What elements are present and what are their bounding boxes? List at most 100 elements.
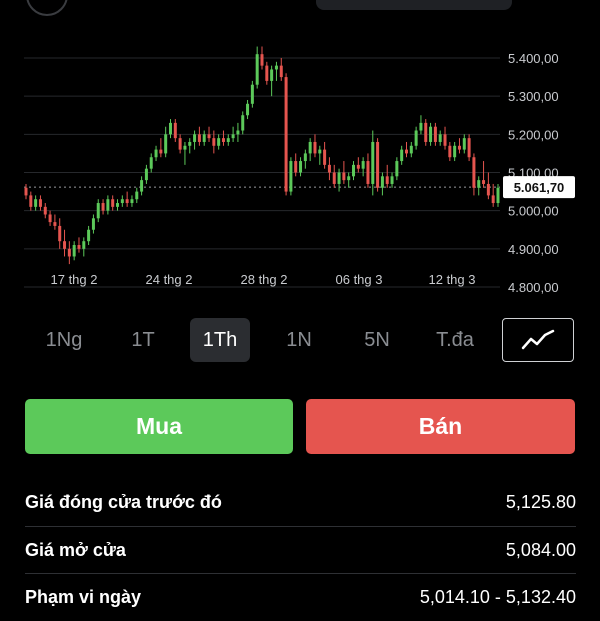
candle (91, 214, 95, 234)
candle (116, 199, 120, 211)
stat-value: 5,084.00 (505, 539, 576, 560)
candle (154, 145, 158, 162)
candle (361, 157, 365, 177)
candle (318, 145, 322, 165)
candle (106, 195, 110, 215)
candle-body (193, 134, 197, 142)
candle (250, 80, 254, 108)
stat-row-open: Giá mở cửa 5,084.00 (25, 526, 576, 574)
candle (96, 199, 100, 223)
candle (173, 119, 177, 142)
candle-body (63, 241, 67, 249)
candle-body (453, 145, 457, 158)
tab-1-week[interactable]: 1T (115, 318, 171, 362)
stat-value: 5,125.80 (505, 491, 576, 512)
candle (197, 126, 201, 146)
candle (43, 203, 47, 219)
candle (38, 195, 42, 211)
candle-body (491, 195, 495, 204)
candle (207, 126, 211, 142)
candle (149, 153, 153, 173)
candle-body (43, 206, 47, 215)
candle-body (448, 145, 452, 158)
chart-type-button[interactable] (502, 318, 574, 362)
candle (226, 134, 230, 146)
candle (443, 126, 447, 150)
tab-1-month[interactable]: 1Th (190, 318, 250, 362)
candle-body (197, 134, 201, 142)
candle-body (144, 168, 148, 181)
candle-body (135, 191, 139, 200)
candle-body (24, 187, 28, 196)
candle-body (289, 161, 293, 192)
stat-label: Phạm vi ngày (25, 586, 142, 607)
candle-body (400, 149, 404, 162)
candle-body (236, 130, 240, 135)
candle (414, 126, 418, 150)
sell-button[interactable]: Bán (306, 399, 575, 454)
candle-body (352, 164, 356, 177)
candle-body (467, 138, 471, 158)
candle-body (53, 222, 57, 226)
candle-body (29, 195, 33, 207)
candle-body (332, 172, 336, 184)
candle (347, 172, 351, 188)
candle (140, 176, 144, 196)
candle-body (472, 157, 476, 188)
candle (279, 58, 283, 81)
candle-body (390, 176, 394, 184)
candle (24, 183, 28, 200)
candle-body (221, 138, 225, 142)
price-chart[interactable]: 5.400,005.300,005.200,005.100,005.000,00… (0, 0, 600, 300)
x-tick-label: 06 thg 3 (336, 272, 383, 287)
candle (236, 122, 240, 142)
tab-max[interactable]: T.đa (423, 318, 487, 362)
candle (270, 65, 274, 97)
candle-body (299, 161, 303, 173)
candle (67, 241, 71, 265)
candle-body (274, 65, 278, 70)
candle (477, 176, 481, 196)
candle (130, 195, 134, 207)
buy-button[interactable]: Mua (25, 399, 293, 454)
candle (159, 138, 163, 158)
candle-body (496, 187, 500, 204)
candle (327, 157, 331, 181)
x-tick-label: 24 thg 2 (146, 272, 193, 287)
candle-body (125, 199, 129, 204)
candle (342, 161, 346, 184)
candle-body (342, 172, 346, 181)
candle-body (116, 203, 120, 207)
candle-body (58, 225, 62, 242)
candle-body (419, 122, 423, 131)
candle (308, 138, 312, 162)
candle-body (270, 69, 274, 81)
tab-1-day[interactable]: 1Ng (34, 318, 94, 362)
candle-body (96, 203, 100, 219)
candle-body (130, 199, 134, 204)
candle-body (38, 199, 42, 207)
candle-body (34, 199, 38, 207)
candle-body (183, 145, 187, 150)
candle-body (159, 149, 163, 154)
tab-5-years[interactable]: 5N (348, 318, 406, 362)
x-tick-label: 28 thg 2 (241, 272, 288, 287)
candle-body (313, 141, 317, 154)
candle (448, 141, 452, 162)
tab-1-year[interactable]: 1N (272, 318, 326, 362)
candle-body (486, 183, 490, 196)
candle (400, 145, 404, 165)
candle (467, 134, 471, 162)
candle-body (327, 164, 331, 173)
candle-body (294, 161, 298, 173)
candle-body (217, 138, 221, 146)
candle-body (438, 134, 442, 142)
candle (72, 241, 76, 261)
y-tick-label: 5.300,00 (508, 89, 559, 104)
candle (77, 237, 81, 253)
candle (424, 119, 428, 146)
candle (241, 111, 245, 135)
candle (453, 141, 457, 162)
candle (125, 191, 129, 207)
candle (390, 172, 394, 188)
